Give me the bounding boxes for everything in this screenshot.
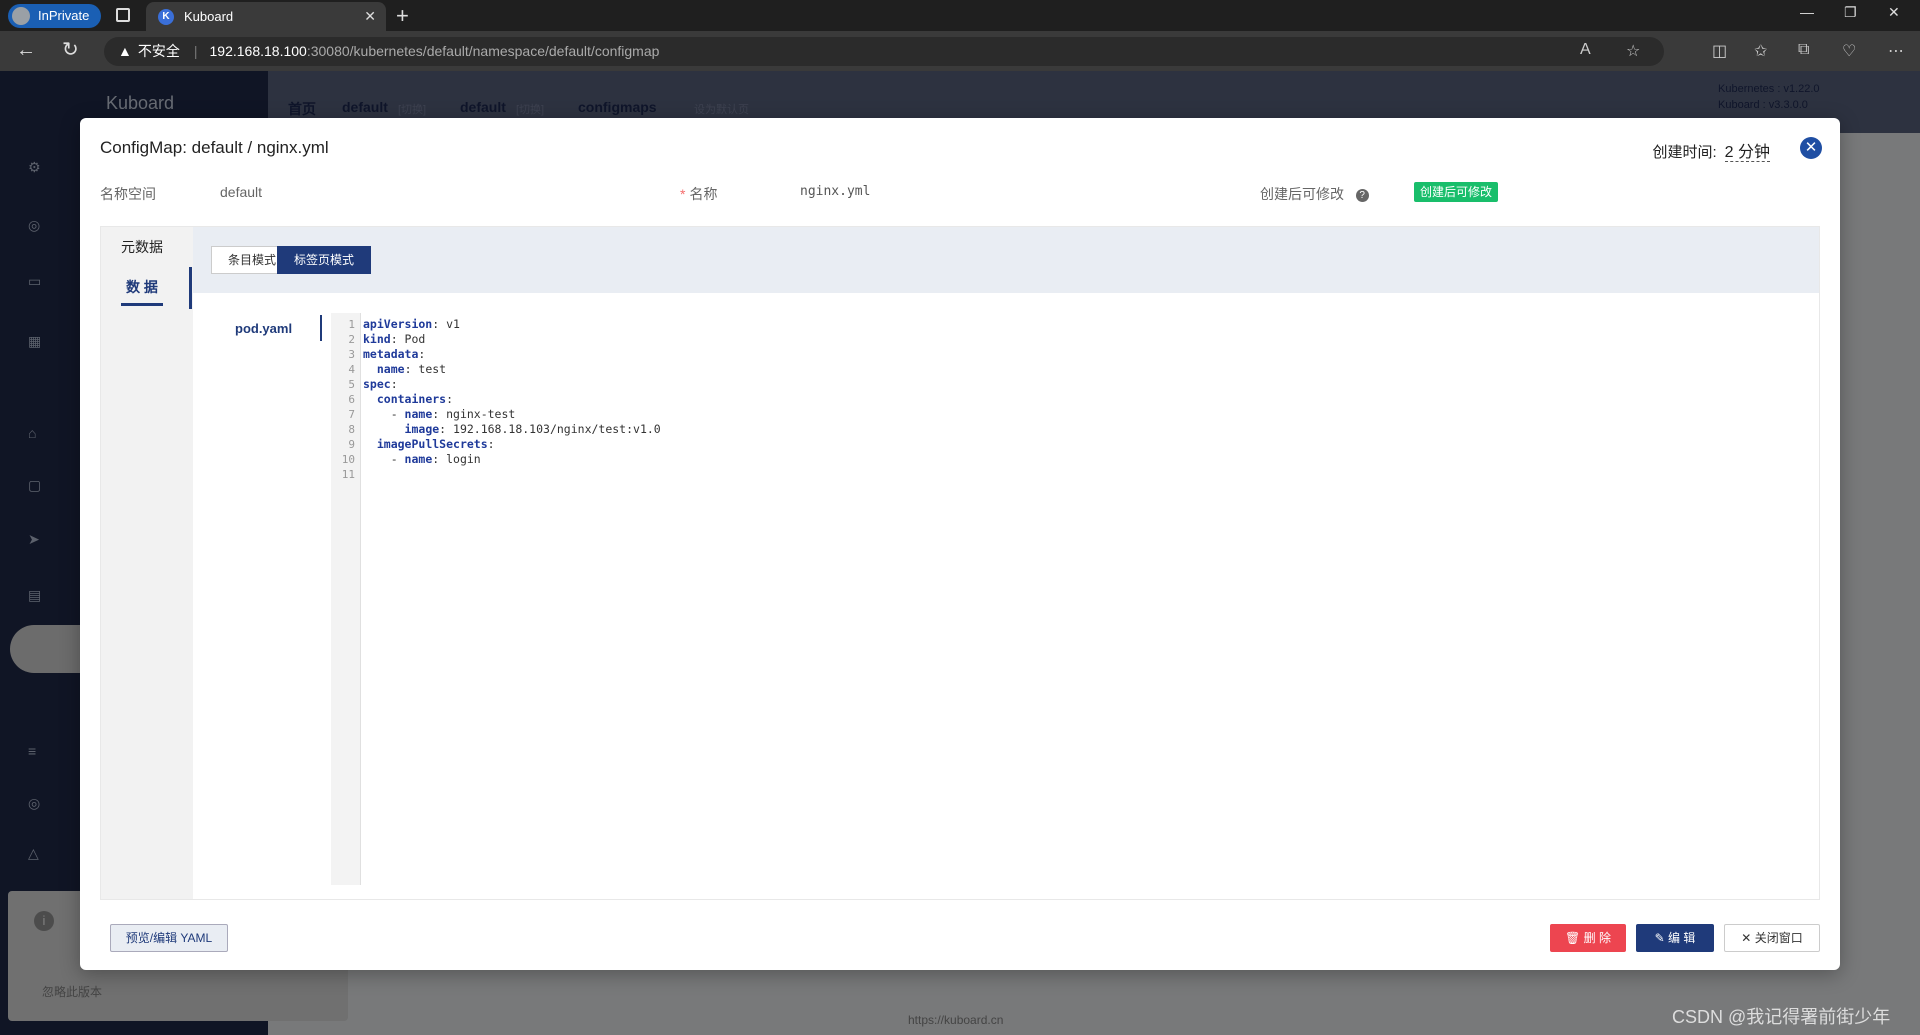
namespace-label: 名称空间	[100, 186, 156, 202]
favorites-icon[interactable]: ✩	[1754, 41, 1767, 61]
split-screen-icon[interactable]: ◫	[1712, 41, 1727, 61]
browser-tab-bar: InPrivate K Kuboard ✕ + — ❐ ✕	[0, 0, 1920, 31]
trash-icon: 🗑	[1565, 931, 1581, 945]
dialog-body: 元数据 数 据 条目模式 标签页模式 pod.yaml 1 2 3 4 5 6 7 8 9 10 1…	[100, 226, 1820, 900]
url-path: :30080/kubernetes/default/namespace/defa…	[306, 43, 660, 59]
name-value: nginx.yml	[800, 184, 871, 199]
browser-address-bar: ← ↻ ▲ 不安全 | 192.168.18.100:30080/kubernetes…	[0, 31, 1920, 71]
immutable-label: 创建后可修改 ?	[1260, 184, 1369, 204]
code-line: name: test	[376, 362, 447, 376]
line-number: 11	[341, 468, 355, 481]
code-line: - name: login	[363, 452, 481, 466]
url-separator: |	[193, 43, 198, 59]
extensions-icon[interactable]: ♡	[1842, 41, 1856, 61]
close-tab-icon[interactable]: ✕	[364, 2, 376, 31]
preview-edit-yaml-button[interactable]: 预览/编辑 YAML	[110, 924, 228, 952]
mode-toolbar: 条目模式 标签页模式	[193, 227, 1819, 293]
tab-mode-button[interactable]: 标签页模式	[277, 246, 372, 274]
restore-icon[interactable]: ❐	[1844, 4, 1857, 21]
inprivate-badge[interactable]: InPrivate	[8, 4, 102, 28]
code-line: containers:	[376, 392, 454, 406]
line-number: 10	[341, 453, 355, 466]
line-number: 4	[348, 363, 355, 376]
yaml-editor[interactable]: apiVersion: v1 kind: Pod metadata: name: t…	[363, 317, 661, 482]
inprivate-label: InPrivate	[38, 8, 90, 23]
line-number: 8	[348, 423, 355, 436]
line-number: 9	[348, 438, 355, 451]
url-host: 192.168.18.100	[209, 43, 307, 59]
help-icon[interactable]: ?	[1355, 188, 1369, 202]
line-number: 7	[348, 408, 355, 421]
edit-button[interactable]: ✎ 编 辑	[1636, 924, 1714, 952]
tab-data-indicator	[189, 267, 192, 309]
immutable-badge: 创建后可修改	[1414, 182, 1499, 202]
namespace-value: default	[220, 184, 263, 200]
tab-data[interactable]: 数 据	[121, 277, 163, 306]
left-tab-panel: 元数据 数 据	[101, 227, 193, 899]
tab-title: Kuboard	[184, 9, 234, 24]
code-line: metadata:	[363, 347, 426, 361]
url-field[interactable]: ▲ 不安全 | 192.168.18.100:30080/kubernetes/def…	[104, 37, 1664, 66]
file-tab-pod-yaml[interactable]: pod.yaml	[235, 321, 292, 336]
line-number: 6	[348, 393, 355, 406]
profile-avatar-icon	[12, 7, 30, 25]
code-line: imagePullSecrets:	[376, 437, 495, 451]
pencil-icon: ✎	[1654, 931, 1665, 945]
close-dialog-icon[interactable]: ✕	[1800, 137, 1822, 159]
configmap-dialog: ConfigMap: default / nginx.yml 创建时间: 2 分钟…	[80, 118, 1840, 970]
dialog-title: ConfigMap: default / nginx.yml	[100, 138, 329, 157]
refresh-icon[interactable]: ↻	[62, 39, 79, 61]
created-time: 创建时间: 2 分钟	[1652, 144, 1770, 162]
code-line: spec:	[363, 377, 398, 391]
file-tab-indicator	[320, 315, 322, 341]
browser-tab-kuboard[interactable]: K Kuboard ✕	[146, 2, 386, 31]
close-window-button[interactable]: ✕ 关闭窗口	[1724, 924, 1820, 952]
warning-icon: ▲	[118, 43, 132, 59]
tab-metadata[interactable]: 元数据	[121, 237, 163, 263]
code-line: ​	[363, 467, 661, 482]
delete-button[interactable]: 🗑 删 除	[1550, 924, 1626, 952]
line-number: 2	[348, 333, 355, 346]
watermark: CSDN @我记得署前街少年	[1672, 1007, 1891, 1027]
line-number: 1	[348, 318, 355, 331]
read-aloud-icon[interactable]: A	[1580, 41, 1591, 59]
tab-actions-icon[interactable]	[116, 8, 130, 22]
code-line: - name: nginx-test	[363, 407, 516, 421]
new-tab-icon[interactable]: +	[396, 2, 409, 30]
name-label: * 名称	[680, 186, 718, 202]
kuboard-favicon-icon: K	[158, 9, 174, 25]
favorite-star-icon[interactable]: ☆	[1626, 41, 1640, 61]
close-window-icon[interactable]: ✕	[1888, 4, 1900, 21]
line-numbers: 1 2 3 4 5 6 7 8 9 10 11	[331, 317, 355, 482]
footer-link[interactable]: https://kuboard.cn	[908, 1013, 1003, 1027]
code-line: kind: Pod	[363, 332, 426, 346]
line-number: 5	[348, 378, 355, 391]
close-icon: ✕	[1741, 931, 1752, 945]
line-number: 3	[348, 348, 355, 361]
more-icon[interactable]: ⋯	[1888, 41, 1904, 61]
minimize-icon[interactable]: —	[1800, 4, 1814, 20]
back-icon[interactable]: ←	[16, 39, 36, 61]
security-label: 不安全	[137, 43, 180, 59]
collections-icon[interactable]: ⧉	[1798, 41, 1809, 59]
code-line: image: 192.168.18.103/nginx/test:v1.0	[404, 422, 661, 436]
code-line: apiVersion: v1	[363, 317, 460, 331]
